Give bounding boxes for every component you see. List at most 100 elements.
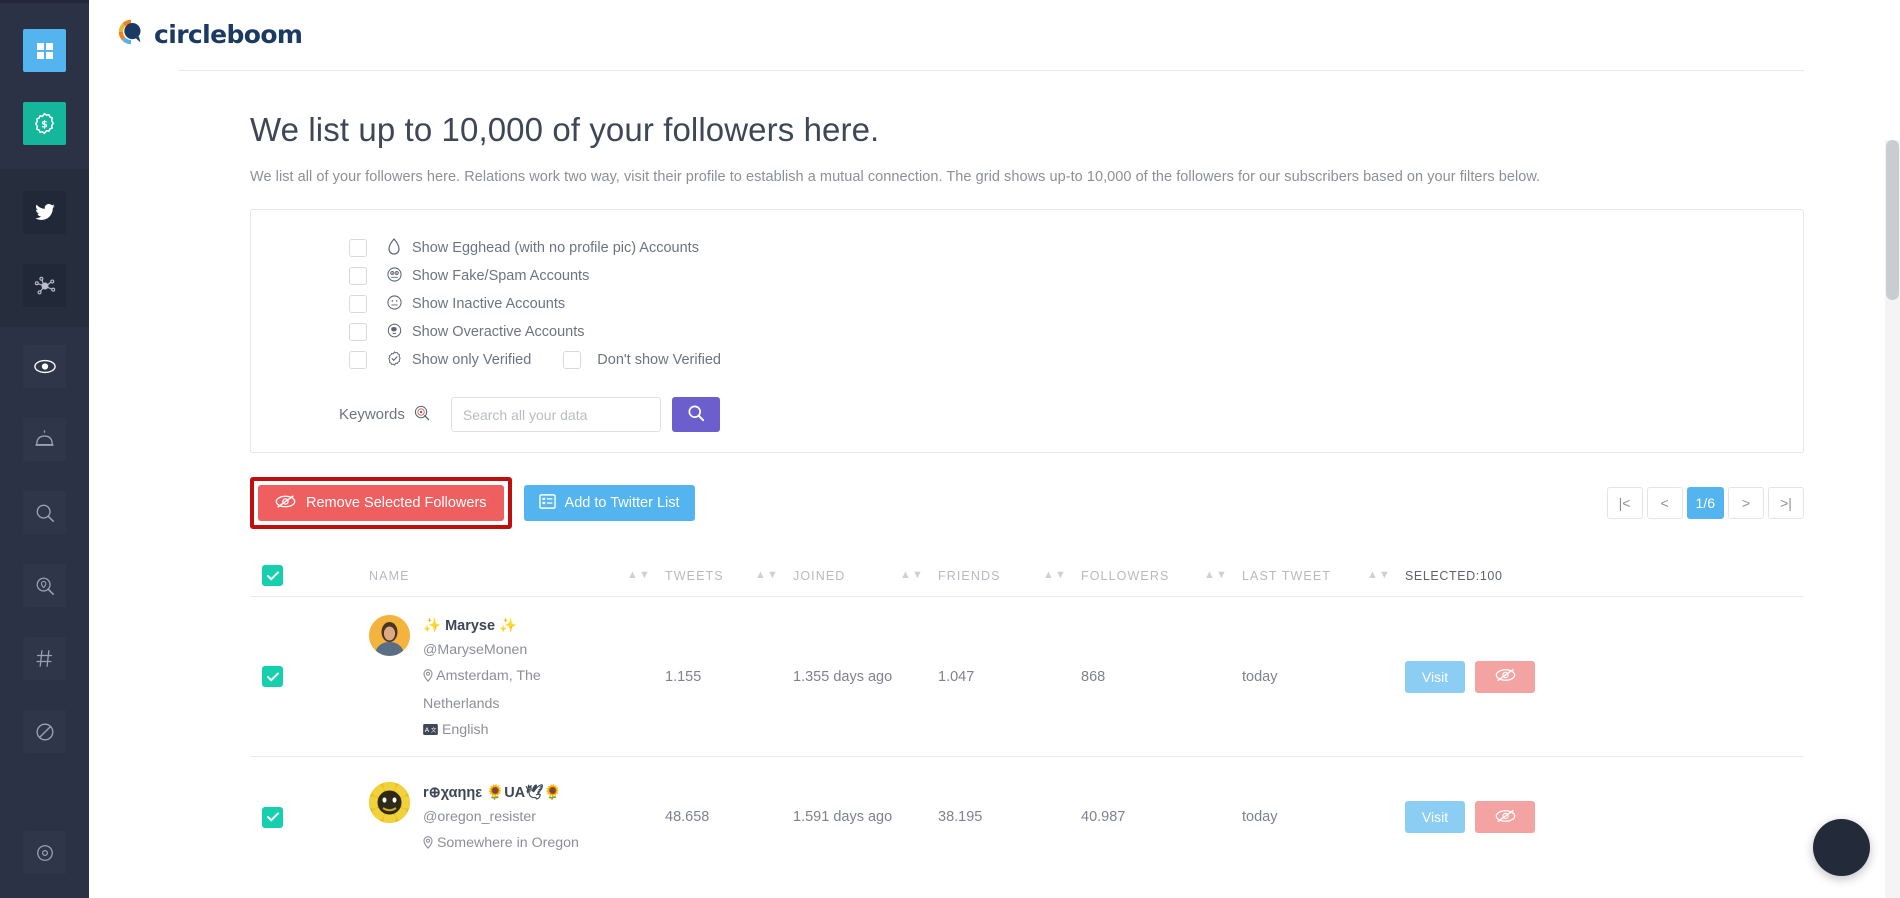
- sort-icon-name[interactable]: ▲▼: [627, 570, 651, 581]
- row-actions: Visit: [1405, 801, 1804, 833]
- hide-follower-button[interactable]: [1475, 801, 1535, 833]
- hashtag-icon: [35, 649, 54, 668]
- floating-menu-button[interactable]: [1813, 819, 1870, 876]
- sidebar-item-followers[interactable]: [23, 345, 66, 388]
- egg-icon: [382, 237, 406, 259]
- checkbox-dont-show-verified[interactable]: [563, 351, 582, 369]
- row-handle: @MaryseMonen: [423, 642, 528, 658]
- followers-table: NAME ▲▼ TWEETS ▲▼ JOINED ▲▼ FRIENDS ▲▼ F…: [250, 555, 1804, 877]
- sort-icon-friends[interactable]: ▲▼: [1043, 570, 1067, 581]
- sidebar-item-network[interactable]: [23, 264, 66, 307]
- sidebar-item-twitter[interactable]: [23, 191, 66, 234]
- ban-icon: [35, 722, 55, 742]
- row-display-name: r⊕χαηηε 🌻UA🕊🌻: [423, 784, 562, 801]
- page-title: We list up to 10,000 of your followers h…: [250, 111, 880, 148]
- remove-selected-followers-button[interactable]: Remove Selected Followers: [258, 485, 504, 521]
- eye-slash-icon: [1495, 809, 1516, 826]
- row-checkbox[interactable]: [262, 806, 283, 828]
- sidebar-item-notifications[interactable]: [23, 418, 66, 461]
- sidebar-group-tools: [0, 327, 89, 898]
- row-followers: 40.987: [1081, 809, 1126, 825]
- row-location-text: Somewhere in Oregon: [436, 834, 579, 851]
- avatar: [369, 615, 410, 656]
- selected-count-label: SELECTED:100: [1405, 568, 1503, 583]
- column-header-name[interactable]: NAME ▲▼: [360, 569, 665, 583]
- row-last-tweet: today: [1242, 809, 1278, 825]
- grid-icon: [35, 41, 55, 61]
- vertical-scrollbar[interactable]: [1885, 140, 1900, 898]
- add-to-twitter-list-label: Add to Twitter List: [564, 495, 680, 511]
- svg-text:A: A: [425, 726, 430, 734]
- sidebar-item-pricing[interactable]: $: [23, 102, 66, 145]
- page-subtitle: We list all of your followers here. Rela…: [250, 169, 1541, 185]
- sidebar-item-location-search[interactable]: [23, 564, 66, 607]
- list-icon: [538, 493, 556, 514]
- pagination-first[interactable]: |<: [1606, 487, 1643, 519]
- table-row: r⊕χαηηε 🌻UA🕊🌻 @oregon_resister Somewhere…: [250, 757, 1804, 877]
- sort-icon-followers[interactable]: ▲▼: [1204, 570, 1228, 581]
- add-to-twitter-list-button[interactable]: Add to Twitter List: [523, 485, 695, 521]
- row-tweets: 1.155: [665, 668, 702, 685]
- filter-panel: Show Egghead (with no profile pic) Accou…: [250, 209, 1804, 453]
- row-tweets: 48.658: [665, 809, 710, 825]
- scrollbar-thumb[interactable]: [1886, 140, 1899, 300]
- sidebar-group-primary: $: [0, 3, 89, 169]
- column-header-tweets[interactable]: TWEETS ▲▼: [665, 569, 793, 583]
- search-input[interactable]: [450, 397, 661, 432]
- talking-head-icon: [382, 323, 406, 342]
- main-area: circleboom We list up to 10,000 of your …: [89, 0, 1900, 898]
- filter-row-overactive: Show Overactive Accounts: [349, 320, 1803, 344]
- row-checkbox-cell: [250, 806, 360, 828]
- checkbox-show-only-verified[interactable]: [349, 351, 367, 369]
- sort-icon-last-tweet[interactable]: ▲▼: [1367, 570, 1391, 581]
- header-divider: [178, 70, 1804, 71]
- pagination-current[interactable]: 1/6: [1686, 487, 1724, 519]
- column-header-joined-label: JOINED: [793, 568, 846, 583]
- search-icon: [35, 503, 55, 523]
- brand-logo[interactable]: circleboom: [115, 16, 303, 53]
- sidebar-item-hashtags[interactable]: [23, 637, 66, 680]
- column-header-last-tweet[interactable]: LAST TWEET ▲▼: [1242, 569, 1405, 583]
- pagination-next[interactable]: >: [1728, 487, 1764, 519]
- location-pin-icon: [423, 835, 437, 851]
- checkbox-show-egghead[interactable]: [349, 239, 367, 257]
- column-header-followers[interactable]: FOLLOWERS ▲▼: [1081, 569, 1242, 583]
- column-header-friends[interactable]: FRIENDS ▲▼: [938, 569, 1081, 583]
- row-name-cell: r⊕χαηηε 🌻UA🕊🌻 @oregon_resister Somewhere…: [360, 778, 665, 857]
- hide-follower-button[interactable]: [1475, 660, 1535, 693]
- row-joined: 1.591 days ago: [793, 809, 893, 825]
- search-button[interactable]: [671, 397, 720, 432]
- visit-button[interactable]: Visit: [1405, 660, 1465, 693]
- sort-icon-tweets[interactable]: ▲▼: [755, 570, 779, 581]
- page-content: We list up to 10,000 of your followers h…: [89, 111, 1900, 877]
- checkbox-show-overactive[interactable]: [349, 323, 367, 341]
- app-root: $ circleboom We list up to 10,000 of you…: [0, 0, 1900, 898]
- location-pin-icon: [423, 668, 436, 684]
- row-followers: 868: [1081, 668, 1106, 685]
- row-friends: 38.195: [938, 809, 983, 825]
- filter-row-verified: Show only Verified Don't show Verified: [349, 348, 1803, 372]
- topbar: circleboom: [89, 0, 1900, 70]
- row-joined: 1.355 days ago: [793, 668, 893, 685]
- column-header-last-tweet-label: LAST TWEET: [1242, 568, 1332, 583]
- column-header-joined[interactable]: JOINED ▲▼: [793, 569, 938, 583]
- row-checkbox[interactable]: [262, 666, 283, 687]
- select-all-cell: [250, 565, 360, 586]
- network-nodes-icon: [34, 276, 56, 296]
- sidebar-item-blocked[interactable]: [23, 710, 66, 753]
- sidebar-item-dashboard[interactable]: [23, 29, 66, 72]
- pagination-last[interactable]: >|: [1768, 487, 1804, 519]
- pagination-prev[interactable]: <: [1646, 487, 1683, 519]
- sidebar-item-search[interactable]: [23, 491, 66, 534]
- sort-icon-joined[interactable]: ▲▼: [900, 570, 924, 581]
- select-all-checkbox[interactable]: [262, 565, 283, 586]
- checkbox-show-fake-spam[interactable]: [349, 267, 367, 285]
- visit-button[interactable]: Visit: [1405, 801, 1465, 833]
- row-location-text: Amsterdam, The Netherlands: [423, 668, 541, 712]
- target-keyword-icon: [414, 405, 430, 425]
- content-scroll-area: We list up to 10,000 of your followers h…: [89, 70, 1900, 898]
- checkbox-show-inactive[interactable]: [349, 295, 367, 313]
- sidebar-item-target[interactable]: [23, 831, 66, 874]
- svg-text:$: $: [41, 119, 48, 130]
- column-header-friends-label: FRIENDS: [938, 568, 1001, 583]
